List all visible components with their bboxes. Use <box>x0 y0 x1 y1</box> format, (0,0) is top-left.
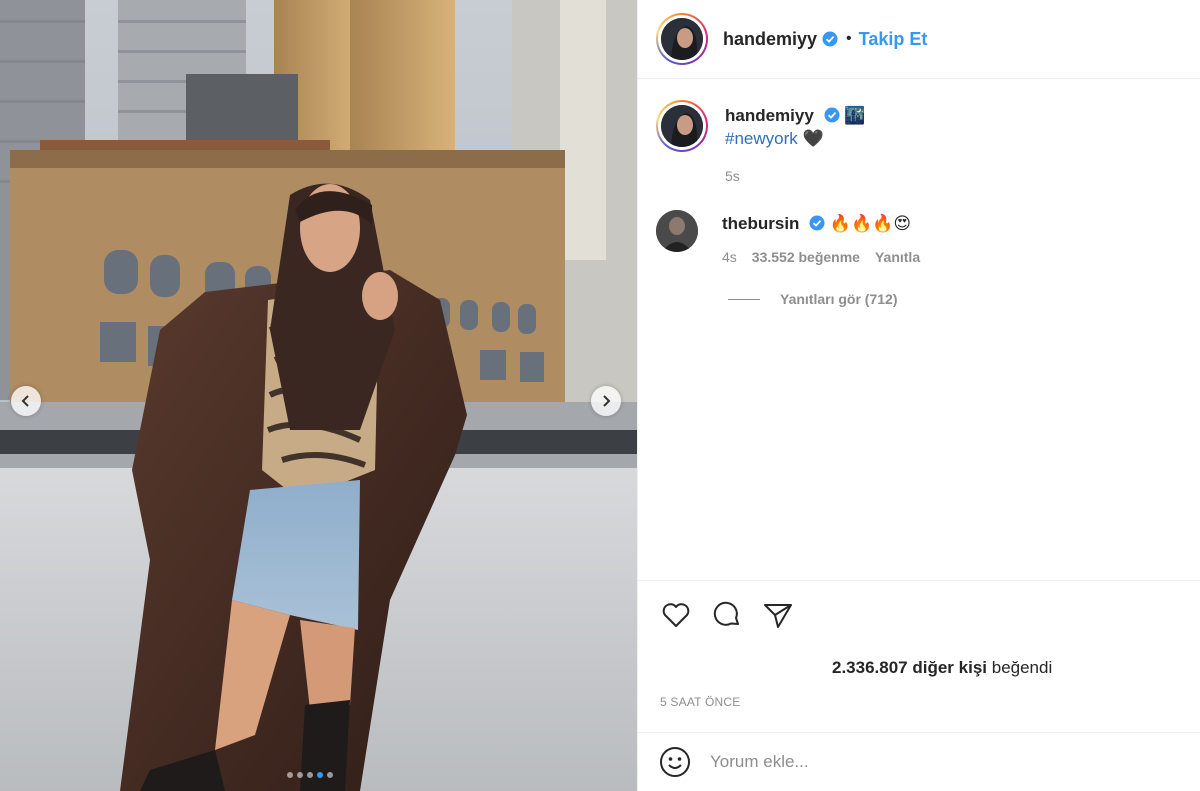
likes-count[interactable]: 2.336.807 diğer kişi <box>832 658 987 677</box>
post-timestamp[interactable]: 5 SAAT ÖNCE <box>660 695 740 709</box>
caption-emoji: 🌃 <box>844 106 866 125</box>
post-header: handemiyy • Takip Et <box>638 0 1200 79</box>
reply-button[interactable]: Yanıtla <box>875 249 920 265</box>
replies-divider <box>728 298 760 300</box>
follow-button[interactable]: Takip Et <box>859 29 928 50</box>
next-slide-button[interactable] <box>591 386 621 416</box>
chevron-left-icon <box>21 395 29 407</box>
carousel-dot <box>327 772 333 778</box>
comment-meta: 4s 33.552 beğenme Yanıtla <box>722 249 920 265</box>
caption-author-avatar[interactable] <box>656 100 708 152</box>
caption-meta: 5s <box>725 168 865 184</box>
avatar-photo <box>661 105 703 147</box>
header-separator: • <box>846 30 852 47</box>
author-username[interactable]: handemiyy <box>723 29 817 50</box>
caption: handemiyy 🌃 #newyork 🖤 5s <box>656 100 1186 184</box>
comment-text: 🔥🔥🔥😍 <box>829 214 912 233</box>
carousel-dot <box>297 772 303 778</box>
comment-likes[interactable]: 33.552 beğenme <box>752 249 860 265</box>
comments-list: handemiyy 🌃 #newyork 🖤 5s thebursin 🔥🔥🔥😍… <box>656 100 1186 307</box>
chevron-right-icon <box>603 395 611 407</box>
comment-age[interactable]: 4s <box>722 249 737 265</box>
author-avatar[interactable] <box>656 13 708 65</box>
photo-scene <box>0 0 637 791</box>
verified-badge-icon <box>822 31 838 47</box>
likes-suffix: beğendi <box>991 658 1053 677</box>
comment-input[interactable] <box>710 752 1150 772</box>
carousel-indicator <box>287 772 333 778</box>
hashtag-link[interactable]: #newyork <box>725 129 798 148</box>
caption-username[interactable]: handemiyy <box>725 106 814 125</box>
comment-composer <box>638 732 1200 791</box>
comment-item: thebursin 🔥🔥🔥😍 4s 33.552 beğenme Yanıtla <box>656 208 1186 265</box>
share-icon[interactable] <box>761 598 795 632</box>
view-replies-label: Yanıtları gör (712) <box>780 291 898 307</box>
carousel-dot <box>307 772 313 778</box>
comment-icon[interactable] <box>710 598 744 632</box>
post-sidebar: handemiyy • Takip Et handemiyy 🌃 #newyor… <box>637 0 1200 791</box>
post-actions: 2.336.807 diğer kişi beğendi 5 SAAT ÖNCE <box>638 580 1200 710</box>
heart-emoji: 🖤 <box>802 129 824 148</box>
caption-age[interactable]: 5s <box>725 168 740 184</box>
likes-summary[interactable]: 2.336.807 diğer kişi beğendi <box>832 658 1052 678</box>
heart-icon[interactable] <box>659 598 693 632</box>
avatar-photo <box>661 18 703 60</box>
verified-badge-icon <box>809 215 825 231</box>
verified-badge-icon <box>824 107 840 123</box>
view-replies-button[interactable]: Yanıtları gör (712) <box>728 291 1186 307</box>
carousel-dot-active <box>317 772 323 778</box>
carousel-dot <box>287 772 293 778</box>
avatar-photo <box>656 210 698 252</box>
commenter-avatar[interactable] <box>656 210 698 252</box>
emoji-icon[interactable] <box>659 746 691 778</box>
commenter-username[interactable]: thebursin <box>722 214 799 233</box>
post-photo[interactable] <box>0 0 637 791</box>
previous-slide-button[interactable] <box>11 386 41 416</box>
